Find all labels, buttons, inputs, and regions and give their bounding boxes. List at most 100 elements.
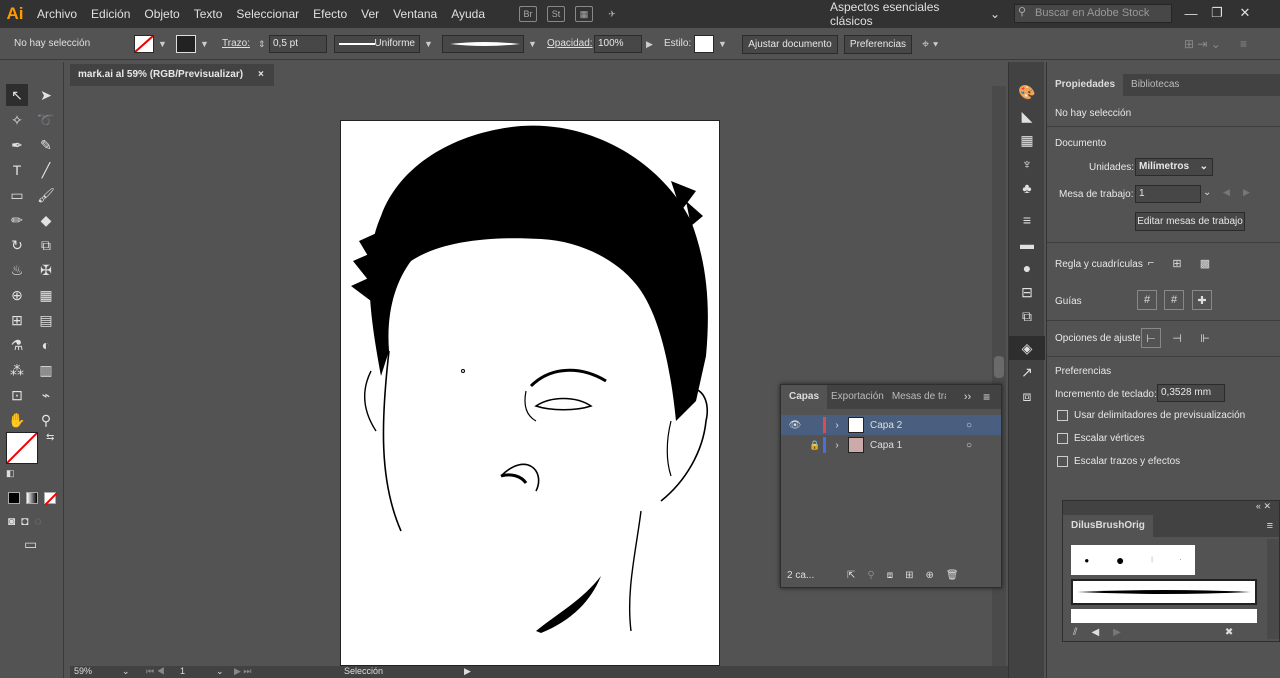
- scale-tool-icon[interactable]: ⧉: [35, 234, 57, 256]
- hand-tool-icon[interactable]: ✋: [6, 409, 28, 431]
- artboard-prev-icon[interactable]: ◀: [1223, 187, 1230, 198]
- graphic-styles-icon[interactable]: ⧉: [1009, 304, 1045, 328]
- brush-library-icon[interactable]: ⫽: [1073, 627, 1077, 638]
- chevron-down-icon[interactable]: ▼: [528, 28, 537, 60]
- menu-objeto[interactable]: Objeto: [137, 0, 186, 28]
- transparency-icon[interactable]: ●: [1009, 256, 1045, 280]
- screen-mode-icon[interactable]: ▭: [24, 536, 37, 553]
- curvature-tool-icon[interactable]: ✎: [35, 134, 57, 156]
- perspective-grid-tool-icon[interactable]: ▦: [35, 284, 57, 306]
- minimize-icon[interactable]: —: [1180, 2, 1202, 24]
- last-artboard-icon[interactable]: ▶ ⏭: [234, 666, 252, 677]
- chevron-down-icon[interactable]: ▼: [200, 28, 209, 60]
- type-tool-icon[interactable]: T: [6, 159, 28, 181]
- color-icon[interactable]: 🎨: [1009, 80, 1045, 104]
- menu-archivo[interactable]: Archivo: [30, 0, 84, 28]
- panel-menu-icon[interactable]: ≡: [1267, 520, 1273, 532]
- tab-libraries[interactable]: Bibliotecas: [1123, 74, 1187, 96]
- layer-row[interactable]: 👁 › Capa 2 ○: [781, 415, 1001, 435]
- artboard-select[interactable]: 1: [1135, 185, 1201, 203]
- document-tab[interactable]: mark.ai al 59% (RGB/Previsualizar) ×: [70, 64, 274, 86]
- menu-seleccionar[interactable]: Seleccionar: [229, 0, 306, 28]
- artboard-next-icon[interactable]: ▶: [1243, 187, 1250, 198]
- layer-name[interactable]: Capa 1: [870, 440, 966, 451]
- lock-icon[interactable]: 🔒: [809, 440, 823, 451]
- menu-ventana[interactable]: Ventana: [386, 0, 444, 28]
- next-library-icon[interactable]: ▶: [1113, 627, 1121, 638]
- transform-icon[interactable]: ⌖ ▾: [922, 28, 938, 60]
- prev-library-icon[interactable]: ◀: [1091, 627, 1099, 638]
- pencil-tool-icon[interactable]: ✏: [6, 209, 28, 231]
- none-mode-icon[interactable]: [44, 492, 57, 505]
- fill-color-swatch[interactable]: [6, 432, 38, 464]
- slice-tool-icon[interactable]: ⌁: [35, 384, 57, 406]
- tab-artboards[interactable]: Mesas de tra: [888, 386, 946, 408]
- bridge-icon[interactable]: Br: [519, 6, 538, 22]
- menu-ver[interactable]: Ver: [354, 0, 386, 28]
- layer-row[interactable]: 🔒 › Capa 1 ○: [781, 435, 1001, 455]
- appearance-icon[interactable]: ⊟: [1009, 280, 1045, 304]
- show-guides-icon[interactable]: #: [1137, 290, 1157, 310]
- stroke-label[interactable]: Trazo:: [222, 28, 250, 60]
- rulers-icon[interactable]: ⌐: [1141, 253, 1161, 273]
- check-preview-bounds[interactable]: Usar delimitadores de previsualización: [1057, 410, 1245, 421]
- graphic-style-swatch[interactable]: [694, 35, 714, 53]
- pen-tool-icon[interactable]: ✒: [6, 134, 28, 156]
- snap-to-point-icon[interactable]: ⊢: [1141, 328, 1161, 348]
- chevron-down-icon[interactable]: ⌄: [122, 666, 130, 677]
- puppet-warp-tool-icon[interactable]: ✠: [35, 259, 57, 281]
- trash-icon[interactable]: 🗑: [946, 570, 959, 581]
- brushes-icon[interactable]: ♆: [1009, 152, 1045, 176]
- workspace-switcher[interactable]: Aspectos esenciales clásicos ⌄: [830, 0, 1000, 28]
- layers-icon[interactable]: ◈: [1009, 336, 1045, 360]
- brush-swatches[interactable]: ● ● | ·: [1071, 545, 1195, 575]
- zoom-tool-icon[interactable]: ⚲: [35, 409, 57, 431]
- zoom-level[interactable]: 59%: [74, 666, 92, 676]
- keyboard-increment-field[interactable]: 0,3528 mm: [1157, 384, 1225, 402]
- mesh-tool-icon[interactable]: ⊞: [6, 309, 28, 331]
- stock-icon[interactable]: St: [547, 6, 566, 22]
- artboard-number[interactable]: 1: [180, 666, 185, 676]
- lock-guides-icon[interactable]: #: [1164, 290, 1184, 310]
- checkbox[interactable]: [1057, 433, 1068, 444]
- panel-menu-icon[interactable]: ≡: [983, 390, 990, 404]
- fill-swatch[interactable]: [134, 35, 154, 53]
- menu-ayuda[interactable]: Ayuda: [444, 0, 492, 28]
- close-panel-icon[interactable]: ✕: [1263, 501, 1271, 511]
- export-icon[interactable]: ⇱: [847, 570, 855, 581]
- new-layer-icon[interactable]: ⊕: [925, 570, 933, 581]
- stock-search-input[interactable]: Buscar en Adobe Stock: [1014, 4, 1172, 23]
- menu-efecto[interactable]: Efecto: [306, 0, 354, 28]
- brush-dot-icon[interactable]: ·: [1180, 557, 1182, 563]
- warp-tool-icon[interactable]: ♨: [6, 259, 28, 281]
- tab-layers[interactable]: Capas: [781, 385, 828, 409]
- direct-selection-tool-icon[interactable]: ➤: [35, 84, 57, 106]
- checkbox[interactable]: [1057, 410, 1068, 421]
- gradient-mode-icon[interactable]: [26, 492, 38, 504]
- column-graph-tool-icon[interactable]: ▥: [35, 359, 57, 381]
- stroke-icon[interactable]: ≡: [1009, 208, 1045, 232]
- brush-scrollbar[interactable]: [1267, 539, 1279, 639]
- chevron-right-icon[interactable]: ›: [826, 440, 848, 451]
- panel-expand-icon[interactable]: ››: [964, 391, 971, 403]
- artboards-icon[interactable]: ⧈: [1009, 384, 1045, 408]
- smart-guides-icon[interactable]: ✚: [1192, 290, 1212, 310]
- paintbrush-tool-icon[interactable]: 🖌: [35, 184, 57, 206]
- gradient-tool-icon[interactable]: ▤: [35, 309, 57, 331]
- chevron-down-icon[interactable]: ▼: [718, 28, 727, 60]
- blend-tool-icon[interactable]: ◐: [35, 334, 57, 356]
- chevron-right-icon[interactable]: ›: [826, 420, 848, 431]
- transparency-grid-icon[interactable]: ▩: [1195, 253, 1215, 273]
- chevron-down-icon[interactable]: ⌄: [216, 666, 224, 677]
- color-guide-icon[interactable]: ◣: [1009, 104, 1045, 128]
- chevron-right-icon[interactable]: ▶: [646, 28, 653, 60]
- tab-export[interactable]: Exportación: [827, 386, 888, 408]
- brush-stroke-2[interactable]: [1071, 609, 1257, 623]
- status-menu-icon[interactable]: ▶: [464, 666, 471, 677]
- check-scale-corners[interactable]: Escalar vértices: [1057, 433, 1145, 444]
- remove-stroke-icon[interactable]: ✖: [1225, 627, 1233, 638]
- panel-menu-icon[interactable]: ≡: [1240, 28, 1247, 60]
- chevron-down-icon[interactable]: ⌄: [1203, 187, 1211, 198]
- target-icon[interactable]: ○: [966, 440, 972, 451]
- opacity-label[interactable]: Opacidad:: [547, 28, 593, 60]
